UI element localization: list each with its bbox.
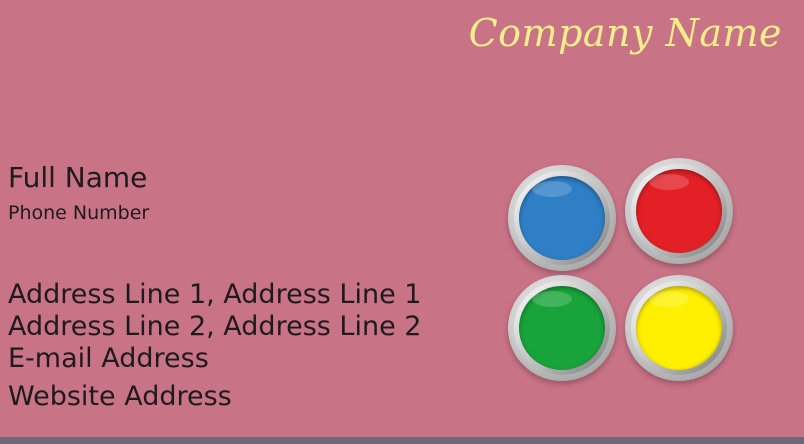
website-address: Website Address bbox=[8, 381, 232, 412]
red-paint-can-icon bbox=[625, 158, 733, 264]
company-name: Company Name bbox=[468, 11, 782, 55]
green-paint-can-icon bbox=[508, 275, 616, 381]
yellow-paint-can-icon bbox=[625, 275, 733, 381]
address-line-2: Address Line 2, Address Line 2 bbox=[8, 311, 422, 342]
bottom-bar bbox=[0, 437, 804, 444]
blue-paint-can-icon bbox=[508, 165, 616, 271]
address-line-1: Address Line 1, Address Line 1 bbox=[8, 279, 422, 310]
email-address: E-mail Address bbox=[8, 343, 209, 374]
phone-number: Phone Number bbox=[8, 202, 150, 224]
full-name: Full Name bbox=[8, 161, 148, 194]
